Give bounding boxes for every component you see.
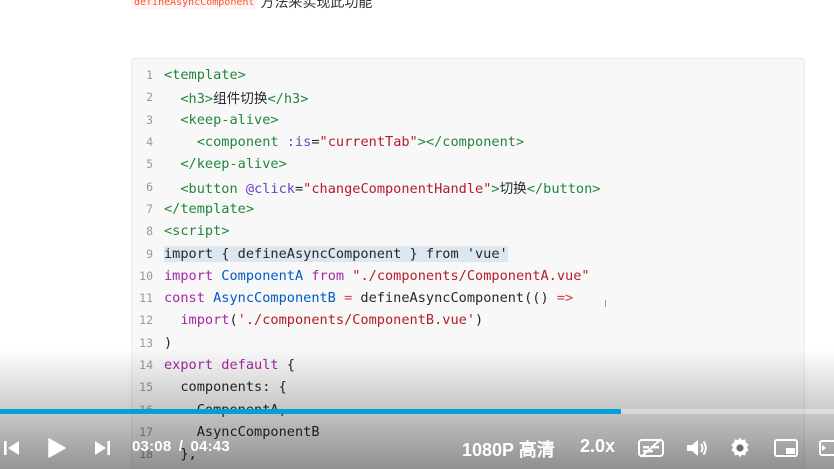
code-token: ( [229, 312, 238, 329]
code-token: ComponentA [213, 267, 312, 284]
code-token: = [311, 134, 320, 151]
line-number: 5 [146, 157, 153, 172]
code-token: import { defineAsyncComponent } from 'vu… [164, 245, 508, 262]
code-token: ></component> [417, 134, 525, 151]
line-number: 9 [146, 246, 153, 261]
code-token: "./components/ComponentA.vue" [344, 267, 590, 284]
intro-text: 方法来实现此功能 [260, 0, 373, 10]
code-token: 组件切换 [213, 91, 268, 108]
line-number: 12 [139, 313, 153, 328]
intro-line: defineAsyncComponent 方法来实现此功能 [131, 0, 372, 10]
gear-icon[interactable] [727, 435, 753, 461]
code-token: <template> [164, 67, 246, 84]
code-line: 6 <button @click="changeComponentHandle"… [132, 176, 804, 198]
code-token: components: { [180, 379, 287, 396]
code-token: from [311, 267, 345, 284]
line-number: 13 [139, 335, 153, 350]
code-line: 10 import ComponentA from "./components/… [132, 265, 804, 287]
fullscreen-icon[interactable] [816, 436, 834, 460]
code-line: 7 </template> [132, 198, 804, 220]
time-display: 03:08 / 04:43 [132, 438, 230, 455]
line-number: 2 [146, 90, 153, 105]
code-token: </keep-alive> [180, 156, 287, 173]
code-line: 3 <keep-alive> [132, 109, 804, 131]
current-time: 03:08 [132, 438, 172, 455]
code-line: 1 <template> [132, 64, 804, 86]
code-token: <button [180, 180, 246, 197]
code-token: :is [286, 134, 312, 151]
code-line: 2 <h3>组件切换</h3> [132, 86, 804, 108]
skip-next-icon[interactable] [90, 436, 114, 460]
line-number: 4 [146, 135, 153, 150]
code-line: 11 const AsyncComponentB = defineAsyncCo… [132, 287, 804, 309]
time-separator: / [178, 438, 184, 455]
code-token: > [491, 180, 500, 197]
code-token: { [278, 357, 295, 374]
line-number: 10 [139, 268, 153, 283]
speed-button[interactable]: 2.0x [580, 436, 615, 457]
duration: 04:43 [190, 438, 230, 455]
line-number: 7 [146, 201, 153, 216]
progress-played [0, 409, 622, 414]
line-number: 11 [139, 291, 153, 306]
code-token: AsyncComponentB [204, 290, 345, 307]
code-token: './components/ComponentB.vue' [237, 312, 476, 329]
code-line: 12 import('./components/ComponentB.vue') [132, 309, 804, 331]
code-token: <component [196, 134, 287, 151]
code-token: export default [164, 357, 279, 374]
code-token: <h3> [180, 91, 214, 108]
picture-in-picture-icon[interactable] [772, 436, 800, 460]
subtitle-off-icon[interactable] [636, 436, 666, 460]
skip-previous-icon[interactable] [0, 436, 24, 460]
inline-code: defineAsyncComponent [131, 0, 258, 9]
code-line: 5 </keep-alive> [132, 153, 804, 175]
code-token: </button> [526, 180, 601, 197]
code-token: 切换 [499, 180, 527, 197]
code-token: => [556, 290, 574, 307]
volume-icon[interactable] [684, 436, 710, 460]
code-token: ) [475, 312, 484, 329]
line-number: 3 [146, 112, 153, 127]
code-token: defineAsyncComponent(() [352, 290, 557, 307]
progress-bar[interactable] [0, 409, 834, 414]
code-token: </h3> [267, 91, 309, 108]
code-token: "changeComponentHandle" [303, 180, 492, 197]
play-icon[interactable] [42, 434, 70, 462]
code-token: <keep-alive> [180, 111, 279, 128]
code-block: 1 <template> 2 <h3>组件切换</h3> 3 <keep-ali… [131, 58, 805, 469]
code-token: ) [164, 334, 173, 351]
code-token: const [164, 290, 205, 307]
code-token: import [180, 312, 230, 329]
code-token: "currentTab" [319, 134, 418, 151]
text-cursor-icon: I [604, 299, 607, 310]
code-token: import [164, 267, 214, 284]
line-number: 8 [146, 224, 153, 239]
line-number: 6 [146, 179, 153, 194]
code-line: 15 components: { [132, 376, 804, 398]
code-line-highlighted: 9 import { defineAsyncComponent } from '… [132, 242, 804, 264]
code-token: <script> [164, 223, 230, 240]
code-token: @click [245, 180, 295, 197]
video-frame: defineAsyncComponent 方法来实现此功能 1 <templat… [0, 0, 834, 469]
line-number: 14 [139, 358, 153, 373]
code-line: 4 <component :is="currentTab"></componen… [132, 131, 804, 153]
quality-button[interactable]: 1080P 高清 [462, 436, 555, 462]
code-token: = [294, 180, 304, 197]
code-line: 14 export default { [132, 354, 804, 376]
line-number: 1 [146, 68, 153, 83]
code-token: </template> [164, 200, 255, 217]
line-number: 15 [139, 380, 153, 395]
code-line: 8 <script> [132, 220, 804, 242]
code-line: 13 ) [132, 332, 804, 354]
